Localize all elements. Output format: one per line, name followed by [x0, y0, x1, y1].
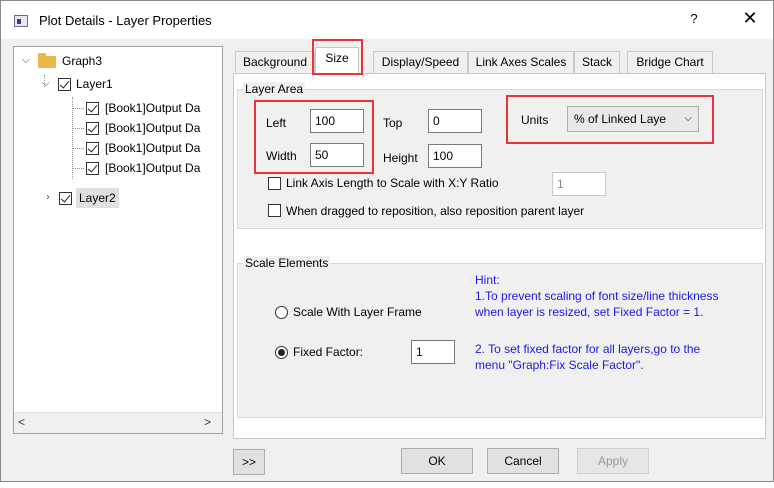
left-input[interactable]: 100 — [310, 109, 364, 133]
checkbox-icon[interactable] — [86, 142, 99, 155]
plot-details-dialog: Plot Details - Layer Properties ? ✕ ⌵ Gr… — [0, 0, 774, 482]
tree-label-dataset: [Book1]Output Da — [105, 161, 201, 175]
tree-label-dataset: [Book1]Output Da — [105, 121, 201, 135]
tab-size[interactable]: Size — [315, 47, 359, 74]
cancel-button[interactable]: Cancel — [487, 448, 559, 474]
hint-line-2: when layer is resized, set Fixed Factor … — [475, 305, 704, 319]
hint-line-3: 2. To set fixed factor for all layers,go… — [475, 342, 701, 356]
apply-button: Apply — [577, 448, 649, 474]
window-title: Plot Details - Layer Properties — [39, 13, 212, 28]
hint-line-4: menu "Graph:Fix Scale Factor". — [475, 358, 644, 372]
tab-background[interactable]: Background — [235, 51, 315, 73]
chevron-down-icon[interactable]: ⌵ — [42, 74, 50, 94]
layer-tree[interactable]: ⌵ Graph3 ⌵ Layer1 [Book1]Output Da [Book… — [13, 46, 223, 434]
width-label: Width — [266, 149, 297, 163]
chevron-down-icon[interactable]: ⌵ — [22, 51, 30, 71]
checkbox-icon[interactable] — [86, 162, 99, 175]
scroll-right-icon[interactable]: > — [204, 415, 211, 429]
app-icon — [14, 15, 28, 27]
ratio-input: 1 — [552, 172, 606, 196]
tree-item-layer1[interactable]: ⌵ Layer1 — [14, 74, 222, 94]
layer-area-label: Layer Area — [243, 82, 306, 96]
tree-label-layer2: Layer2 — [76, 188, 119, 208]
height-input[interactable]: 100 — [428, 144, 482, 168]
tree-label-dataset: [Book1]Output Da — [105, 101, 201, 115]
hint-line-1: 1.To prevent scaling of font size/line t… — [475, 289, 719, 303]
tab-bridge-chart[interactable]: Bridge Chart — [627, 51, 713, 73]
checkbox-icon[interactable] — [58, 78, 71, 91]
link-axis-checkbox[interactable] — [268, 177, 281, 190]
checkbox-icon[interactable] — [86, 122, 99, 135]
tree-horizontal-scrollbar[interactable]: < > — [14, 412, 222, 433]
help-button[interactable]: ? — [679, 11, 709, 26]
tree-label-graph3: Graph3 — [62, 54, 103, 68]
tree-item-layer2[interactable]: › Layer2 — [44, 188, 144, 208]
units-label: Units — [521, 113, 549, 127]
tree-item-graph3[interactable]: ⌵ Graph3 — [14, 51, 222, 71]
fixed-factor-input[interactable]: 1 — [411, 340, 455, 364]
hint-title: Hint: — [475, 273, 500, 287]
tab-display-speed[interactable]: Display/Speed — [373, 51, 468, 73]
top-input[interactable]: 0 — [428, 109, 482, 133]
tree-item-dataset[interactable]: [Book1]Output Da — [14, 138, 222, 158]
title-bar: Plot Details - Layer Properties ? ✕ — [1, 1, 773, 39]
chevron-down-icon: ⌵ — [684, 113, 692, 124]
link-axis-label: Link Axis Length to Scale with X:Y Ratio — [286, 176, 499, 190]
units-value: % of Linked Laye — [574, 112, 667, 126]
reposition-label: When dragged to reposition, also reposit… — [286, 204, 585, 218]
tree-label-dataset: [Book1]Output Da — [105, 141, 201, 155]
tree-label-layer1: Layer1 — [76, 77, 113, 91]
width-input[interactable]: 50 — [310, 143, 364, 167]
tab-link-axes-scales[interactable]: Link Axes Scales — [468, 51, 574, 73]
units-dropdown[interactable]: % of Linked Laye ⌵ — [567, 106, 699, 132]
scale-elements-group — [237, 263, 763, 418]
tab-stack[interactable]: Stack — [574, 51, 620, 73]
tree-item-dataset[interactable]: [Book1]Output Da — [14, 158, 222, 178]
fixed-factor-label: Fixed Factor: — [293, 345, 364, 359]
close-button[interactable]: ✕ — [735, 8, 765, 29]
height-label: Height — [383, 151, 418, 165]
top-label: Top — [383, 116, 403, 130]
scale-elements-label: Scale Elements — [243, 256, 331, 270]
chevron-right-icon[interactable]: › — [46, 188, 50, 208]
folder-icon — [38, 53, 56, 68]
left-label: Left — [266, 116, 287, 130]
scale-with-frame-radio[interactable] — [275, 306, 288, 319]
fixed-factor-radio[interactable] — [275, 346, 288, 359]
reposition-checkbox[interactable] — [268, 204, 281, 217]
tree-item-dataset[interactable]: [Book1]Output Da — [14, 118, 222, 138]
tree-item-dataset[interactable]: [Book1]Output Da — [14, 98, 222, 118]
expand-button[interactable]: >> — [233, 449, 265, 475]
ok-button[interactable]: OK — [401, 448, 473, 474]
scroll-left-icon[interactable]: < — [18, 415, 25, 429]
checkbox-icon[interactable] — [86, 102, 99, 115]
scale-with-frame-label: Scale With Layer Frame — [293, 305, 422, 319]
checkbox-icon[interactable] — [59, 192, 72, 205]
